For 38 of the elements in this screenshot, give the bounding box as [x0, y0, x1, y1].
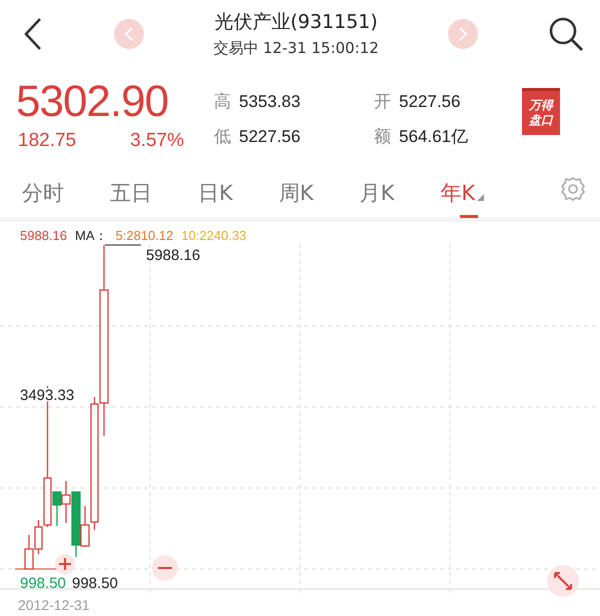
- candle: [24, 535, 34, 570]
- page-title: 光伏产业(931151): [214, 10, 378, 34]
- zoom-out-icon[interactable]: [152, 555, 178, 581]
- period-tab[interactable]: 日K: [198, 170, 233, 218]
- max-value: 5988.16: [20, 228, 67, 244]
- stat-value: 5227.56: [239, 127, 300, 147]
- period-tab[interactable]: 周K: [278, 170, 314, 218]
- chevron-right-icon: [458, 27, 468, 41]
- stat-label: 高: [214, 91, 231, 113]
- ma-label: MA：: [75, 228, 108, 244]
- zoom-in-icon[interactable]: [55, 554, 75, 574]
- ma10-value: 10:2240.33: [181, 228, 246, 244]
- low-label: 998.50: [72, 575, 118, 592]
- stat-value: 564.61亿: [399, 126, 468, 148]
- stat-label: 低: [214, 126, 231, 148]
- period-tab[interactable]: 五日: [110, 170, 152, 218]
- period-tab[interactable]: 年K: [440, 170, 484, 218]
- price-change: 182.75: [18, 130, 76, 152]
- high-label: 5988.16: [146, 247, 200, 264]
- period-tab[interactable]: 月K: [360, 170, 394, 218]
- settings-icon[interactable]: [560, 176, 586, 202]
- expand-icon[interactable]: [547, 565, 579, 597]
- change-percent: 3.57%: [130, 130, 184, 152]
- stat-value: 5227.56: [399, 92, 460, 112]
- search-icon[interactable]: [548, 16, 584, 52]
- low-label: 998.50: [20, 575, 66, 592]
- leader-line: [104, 244, 142, 246]
- trading-status: 交易中 12-31 15:00:12: [213, 38, 379, 58]
- stat-label: 开: [374, 91, 391, 113]
- back-icon[interactable]: [22, 17, 44, 51]
- date-label: 2012-12-31: [17, 597, 91, 613]
- period-tab[interactable]: 分时: [22, 170, 64, 218]
- current-price: 5302.90: [16, 78, 170, 126]
- chevron-left-icon: [124, 27, 134, 41]
- ma5-value: 5:2810.12: [116, 228, 174, 244]
- order-book-button[interactable]: 万得 盘口: [522, 88, 560, 135]
- stat-label: 额: [374, 126, 391, 148]
- stat-value: 5353.83: [239, 92, 300, 112]
